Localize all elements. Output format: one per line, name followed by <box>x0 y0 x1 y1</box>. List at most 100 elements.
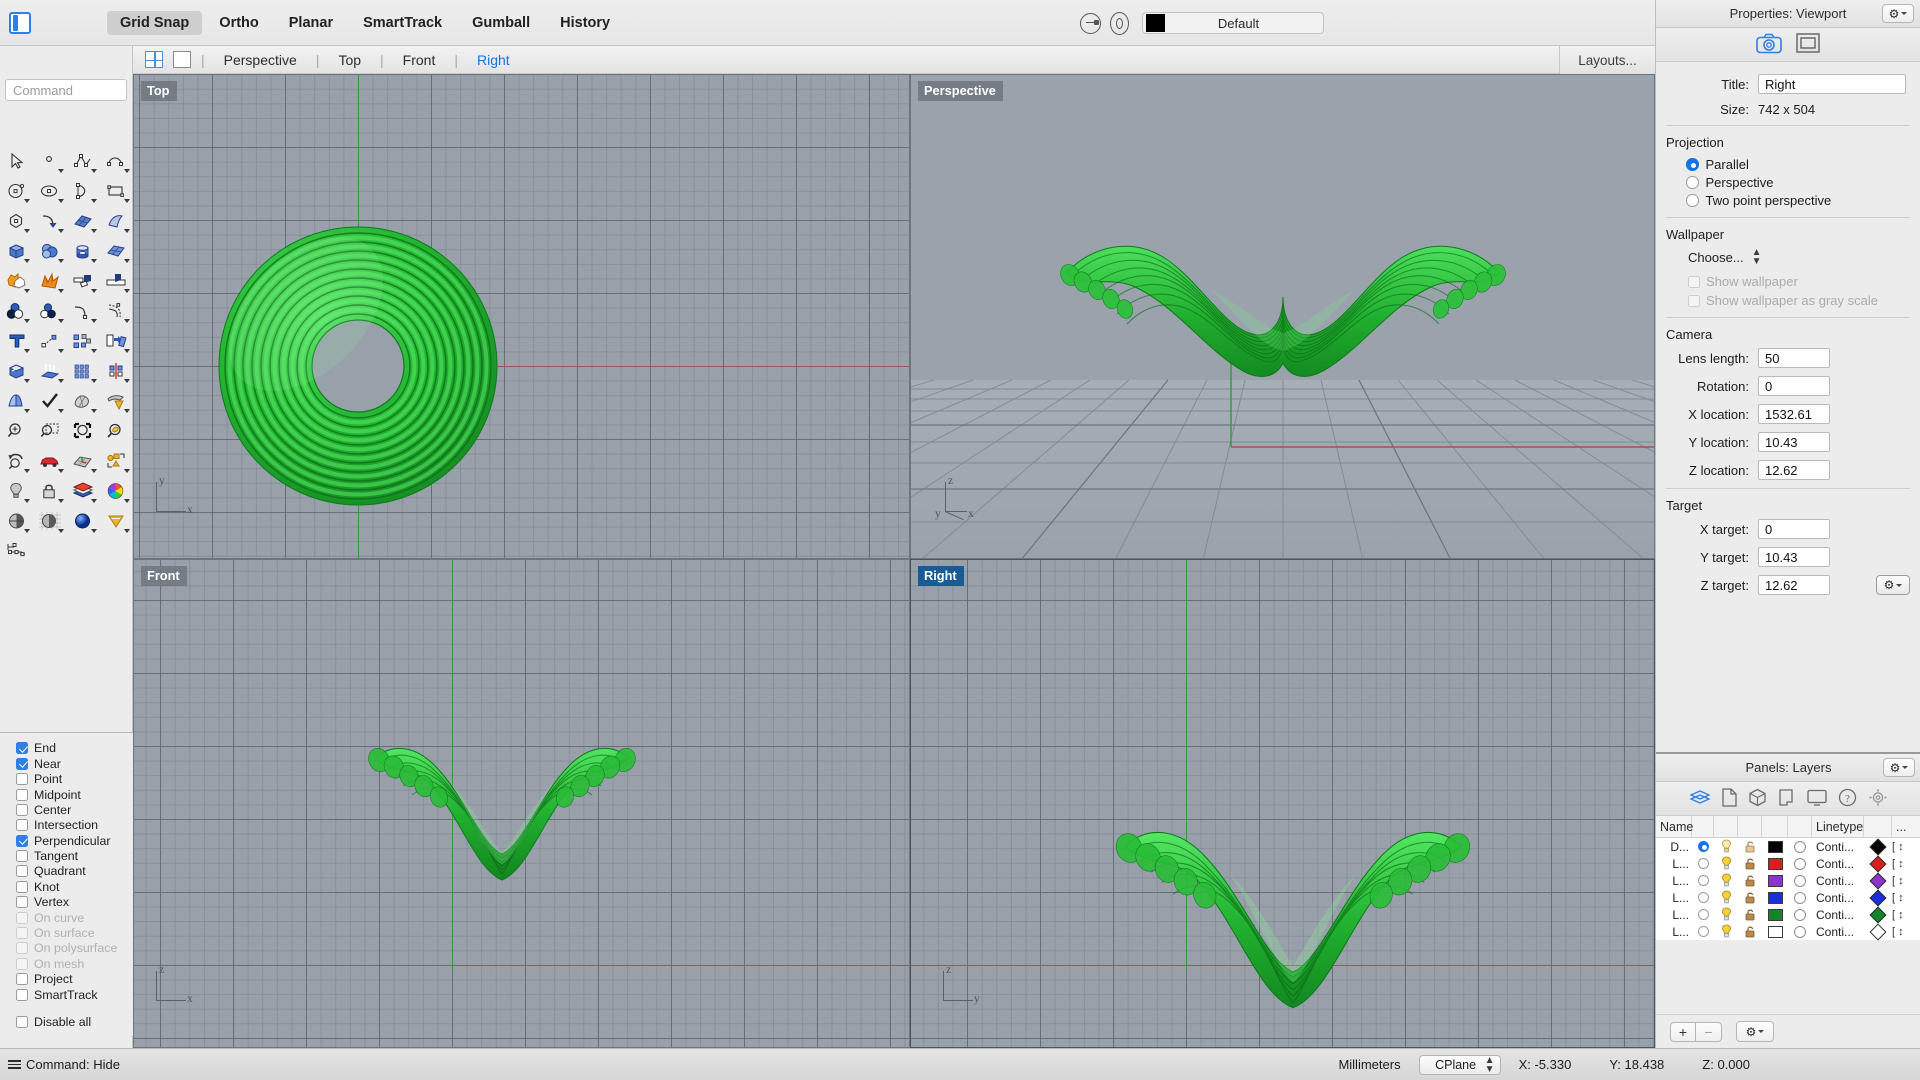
layer-visibility-icon[interactable] <box>1714 906 1738 923</box>
table-row[interactable]: L... Conti... [ ↕ <box>1656 923 1920 940</box>
tool-rectangle-icon[interactable] <box>100 176 133 206</box>
tool-render-mesh-icon[interactable] <box>100 386 133 416</box>
layer-name[interactable]: L... <box>1656 855 1692 872</box>
z-location-input[interactable]: 12.62 <box>1758 460 1830 480</box>
layer-visibility-icon[interactable] <box>1714 889 1738 906</box>
osnap-perpendicular[interactable]: Perpendicular <box>16 833 133 848</box>
tool-color-wheel-icon[interactable] <box>100 476 133 506</box>
layer-more[interactable]: [ ↕ <box>1892 906 1920 923</box>
column-visibility[interactable] <box>1714 816 1738 837</box>
column-name[interactable]: Name <box>1656 816 1693 837</box>
layer-material-icon[interactable] <box>1788 923 1812 940</box>
tool-ghosted-display-icon[interactable] <box>33 506 66 536</box>
layer-name[interactable]: L... <box>1656 889 1692 906</box>
notes-scroll-icon[interactable] <box>1778 788 1796 810</box>
layer-material-icon[interactable] <box>1788 906 1812 923</box>
layer-more[interactable]: [ ↕ <box>1892 872 1920 889</box>
layer-linetype[interactable]: Conti... <box>1812 838 1864 855</box>
layers-settings-button[interactable]: ⚙ <box>1736 1021 1774 1042</box>
rotation-input[interactable]: 0 <box>1758 376 1830 396</box>
display-monitor-icon[interactable] <box>1807 789 1827 809</box>
current-layer-selector[interactable]: Default <box>1142 12 1324 34</box>
viewport-label-top[interactable]: Top <box>141 81 177 101</box>
osnap-tangent[interactable]: Tangent <box>16 849 133 864</box>
layer-print-color[interactable] <box>1864 889 1892 906</box>
layer-color-swatch[interactable] <box>1762 855 1788 872</box>
tool-rotate-icon[interactable] <box>100 326 133 356</box>
lens-length-input[interactable]: 50 <box>1758 348 1830 368</box>
osnap-intersection[interactable]: Intersection <box>16 818 133 833</box>
tool-lock-icon[interactable] <box>33 476 66 506</box>
tool-zoom-extents-icon[interactable] <box>67 416 100 446</box>
layer-current-toggle[interactable] <box>1692 872 1714 889</box>
layer-print-color[interactable] <box>1864 855 1892 872</box>
layer-current-toggle[interactable] <box>1692 855 1714 872</box>
navigation-gizmo-icon[interactable] <box>1868 788 1888 810</box>
osnap-vertex-checkbox[interactable] <box>16 896 28 909</box>
column-lock[interactable] <box>1738 816 1762 837</box>
tool-mirror-icon[interactable] <box>100 356 133 386</box>
layer-lock-icon[interactable] <box>1738 838 1762 855</box>
layer-print-color[interactable] <box>1864 838 1892 855</box>
projection-two-point-option[interactable]: Two point perspective <box>1656 192 1920 209</box>
osnap-center-checkbox[interactable] <box>16 803 28 816</box>
layer-current-toggle[interactable] <box>1692 906 1714 923</box>
osnap-project[interactable]: Project <box>16 972 133 987</box>
tool-polygon-icon[interactable] <box>0 206 33 236</box>
viewport-title-input[interactable]: Right <box>1758 74 1906 94</box>
y-target-input[interactable]: 10.43 <box>1758 547 1830 567</box>
command-input[interactable]: Command <box>5 79 127 101</box>
mode-ortho[interactable]: Ortho <box>206 11 271 35</box>
osnap-project-checkbox[interactable] <box>16 973 28 986</box>
tool-dimension-icon[interactable] <box>0 536 33 566</box>
layer-print-color[interactable] <box>1864 923 1892 940</box>
layer-linetype[interactable]: Conti... <box>1812 923 1864 940</box>
column-print-color[interactable] <box>1864 816 1892 837</box>
camera-icon[interactable] <box>1756 33 1782 57</box>
y-location-input[interactable]: 10.43 <box>1758 432 1830 452</box>
layer-state-icon[interactable] <box>1080 12 1101 34</box>
mode-gumball[interactable]: Gumball <box>459 11 543 35</box>
menu-hamburger-icon[interactable] <box>8 1058 21 1071</box>
object-cube-icon[interactable] <box>1748 788 1767 810</box>
layer-linetype[interactable]: Conti... <box>1812 872 1864 889</box>
osnap-knot[interactable]: Knot <box>16 879 133 894</box>
tool-set-cplane-icon[interactable] <box>67 446 100 476</box>
tool-copy-icon[interactable] <box>67 326 100 356</box>
target-options-button[interactable]: ⚙ <box>1876 575 1910 595</box>
tool-check-icon[interactable] <box>33 386 66 416</box>
layer-color-swatch[interactable] <box>1762 923 1788 940</box>
tool-zoom-selected-icon[interactable] <box>100 416 133 446</box>
layer-name[interactable]: D... <box>1656 838 1692 855</box>
tool-ellipse-icon[interactable] <box>33 176 66 206</box>
layer-name[interactable]: L... <box>1656 923 1692 940</box>
osnap-point[interactable]: Point <box>16 772 133 787</box>
viewport-front[interactable]: Front z x <box>133 559 910 1048</box>
osnap-disable-all-checkbox[interactable] <box>16 1016 28 1028</box>
tab-top[interactable]: Top <box>321 50 378 70</box>
projection-perspective-option[interactable]: Perspective <box>1656 174 1920 191</box>
layers-stack-icon[interactable] <box>1689 788 1711 809</box>
layer-visibility-icon[interactable] <box>1714 923 1738 940</box>
layer-linetype[interactable]: Conti... <box>1812 906 1864 923</box>
layer-name[interactable]: L... <box>1656 872 1692 889</box>
viewport-right[interactable]: Right z y <box>910 559 1655 1048</box>
tool-undo-view-icon[interactable] <box>0 446 33 476</box>
layer-lock-icon[interactable] <box>1738 855 1762 872</box>
layer-visibility-icon[interactable] <box>1714 872 1738 889</box>
table-row[interactable]: L... Conti... [ ↕ <box>1656 889 1920 906</box>
layer-material-icon[interactable] <box>1788 855 1812 872</box>
osnap-disable-all[interactable]: Disable all <box>16 1015 133 1030</box>
tool-boolean-union-icon[interactable] <box>0 266 33 296</box>
viewport-perspective[interactable]: Perspective z y x <box>910 74 1655 559</box>
column-more[interactable]: ... <box>1892 816 1920 837</box>
viewport-label-right[interactable]: Right <box>918 566 964 586</box>
tab-right[interactable]: Right <box>460 50 527 70</box>
tool-zoom-window-icon[interactable] <box>33 416 66 446</box>
tool-surface-grid-icon[interactable] <box>100 236 133 266</box>
tool-select-arrow-icon[interactable] <box>0 146 33 176</box>
layer-color-swatch[interactable] <box>1762 889 1788 906</box>
layer-lock-icon[interactable] <box>1738 923 1762 940</box>
tool-point-icon[interactable] <box>33 146 66 176</box>
viewport-label-front[interactable]: Front <box>141 566 187 586</box>
